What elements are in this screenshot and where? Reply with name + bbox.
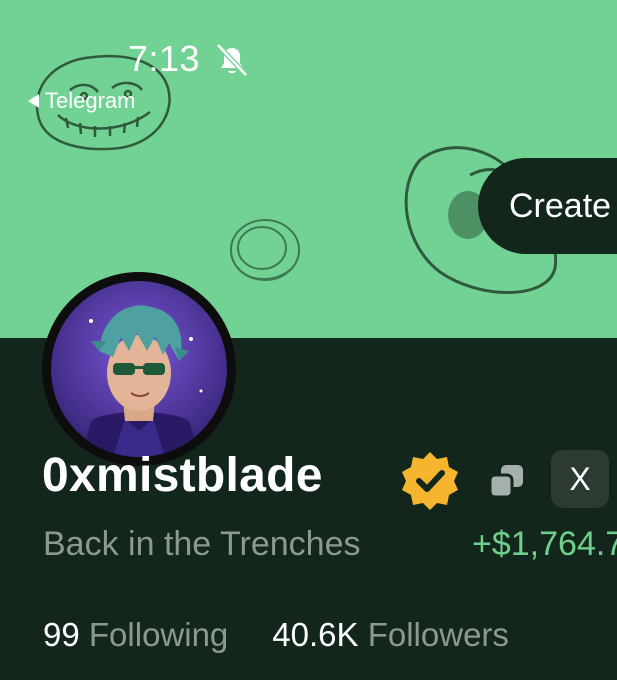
following-link[interactable]: 99 Following xyxy=(43,616,228,654)
followers-label: Followers xyxy=(367,616,509,653)
bell-slash-icon xyxy=(216,43,248,77)
create-button[interactable]: Create xyxy=(478,158,617,254)
followers-count: 40.6K xyxy=(272,616,359,653)
profile-bio: Back in the Trenches xyxy=(43,525,361,563)
back-to-telegram-link[interactable]: Telegram xyxy=(28,88,135,114)
copy-icon[interactable] xyxy=(487,461,527,501)
coin-doodle xyxy=(230,219,300,281)
back-link-label: Telegram xyxy=(45,88,136,113)
verified-badge-icon xyxy=(402,452,458,510)
profile-pnl: +$1,764.7 xyxy=(472,525,617,563)
profile-username: 0xmistblade xyxy=(42,449,323,502)
x-logo-icon: X xyxy=(569,461,591,497)
status-time: 7:13 xyxy=(128,38,201,79)
profile-stats: 99 Following 40.6K Followers xyxy=(43,616,509,654)
x-profile-button[interactable]: X xyxy=(551,450,609,508)
back-arrow-icon xyxy=(28,94,39,108)
followers-link[interactable]: 40.6K Followers xyxy=(272,616,509,654)
avatar[interactable] xyxy=(42,272,236,466)
following-label: Following xyxy=(88,616,229,653)
stats-spacer xyxy=(228,616,272,654)
avatar-image xyxy=(51,281,227,457)
following-count: 99 xyxy=(43,616,80,653)
